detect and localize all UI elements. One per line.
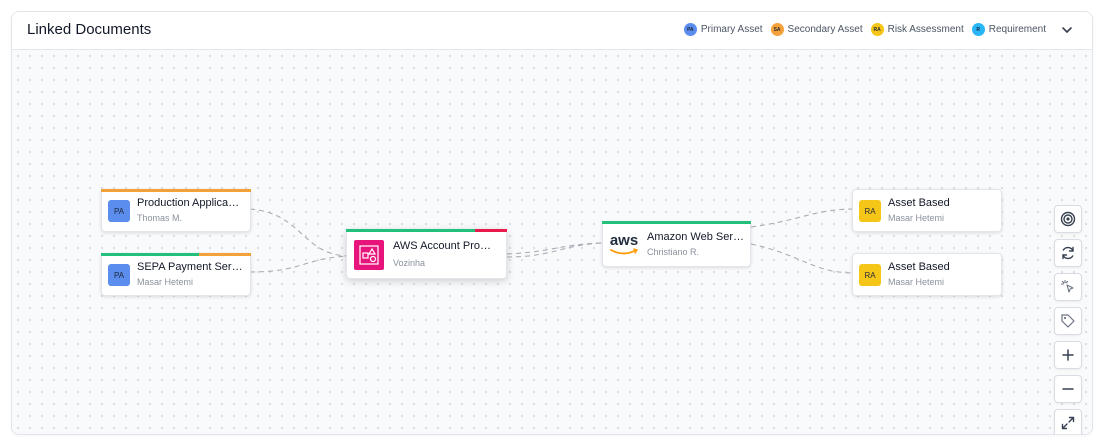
node-asset-based-2[interactable]: RA Asset Based Masar Hetemi	[852, 253, 1002, 296]
legend-label: Primary Asset	[700, 24, 763, 35]
tags-button[interactable]	[1054, 307, 1082, 335]
legend-dot-pa: PA	[683, 23, 697, 36]
fit-screen-button[interactable]	[1054, 409, 1082, 434]
risk-assessment-badge: RA	[859, 200, 881, 222]
node-asset-based-1[interactable]: RA Asset Based Masar Hetemi	[852, 189, 1002, 232]
edge-amazon-web-to-asset-based-1	[750, 208, 853, 228]
zoom-in-button[interactable]	[1054, 341, 1082, 369]
node-title: Production Applica…	[137, 197, 240, 209]
node-title: AWS Account Pro…	[393, 240, 492, 252]
legend-item-requirement: R Requirement	[971, 23, 1046, 36]
node-owner: Thomas M.	[137, 213, 183, 223]
edge-prod-app-to-aws-account	[249, 208, 348, 257]
page-title: Linked Documents	[27, 21, 152, 38]
node-sepa-payment-service[interactable]: PA SEPA Payment Serv… Masar Hetemi	[101, 253, 251, 296]
zoom-out-button[interactable]	[1054, 375, 1082, 403]
legend-label: Requirement	[988, 24, 1046, 35]
graph-canvas[interactable]: PA Production Applica… Thomas M. PA SEPA…	[12, 50, 1092, 434]
node-status-bar	[101, 189, 251, 192]
chevron-down-icon[interactable]	[1060, 23, 1074, 37]
node-amazon-web-services[interactable]: aws Amazon Web Ser… Christiano R.	[602, 221, 751, 267]
node-status-bar-orange	[199, 253, 251, 256]
node-aws-account[interactable]: AWS Account Pro… Vozinha	[346, 229, 507, 279]
refresh-button[interactable]	[1054, 239, 1082, 267]
risk-assessment-badge: RA	[859, 264, 881, 286]
node-status-bar-green	[346, 229, 475, 232]
node-owner: Masar Hetemi	[888, 213, 945, 223]
focus-button[interactable]	[1054, 205, 1082, 233]
node-owner: Masar Hetemi	[888, 277, 945, 287]
legend-item-secondary-asset: SA Secondary Asset	[770, 23, 863, 36]
legend: PA Primary Asset SA Secondary Asset RA R…	[683, 23, 1046, 36]
aws-organizations-icon	[354, 240, 384, 270]
legend-dot-sa: SA	[770, 23, 784, 36]
node-title: Amazon Web Ser…	[647, 231, 745, 243]
primary-asset-badge: PA	[108, 200, 130, 222]
legend-item-risk-assessment: RA Risk Assessment	[870, 23, 964, 36]
select-mode-button[interactable]	[1054, 273, 1082, 301]
panel-header: Linked Documents PA Primary Asset SA Sec…	[12, 12, 1092, 50]
refresh-icon	[1062, 246, 1074, 260]
edge-sepa-to-aws-account	[249, 255, 348, 273]
primary-asset-badge: PA	[108, 264, 130, 286]
zoom-out-icon	[1062, 388, 1074, 390]
node-owner: Masar Hetemi	[137, 277, 194, 287]
aws-logo: aws	[608, 231, 640, 259]
fit-screen-icon	[1061, 416, 1075, 430]
legend-dot-ra: RA	[870, 23, 884, 36]
node-title: Asset Based	[888, 197, 950, 209]
node-status-bar-red	[475, 229, 507, 232]
legend-label: Secondary Asset	[787, 24, 863, 35]
graph-controls	[1054, 205, 1082, 434]
legend-dot-r: R	[971, 23, 985, 36]
node-status-bar-green	[101, 253, 199, 256]
node-owner: Vozinha	[393, 258, 426, 268]
focus-icon	[1060, 211, 1076, 227]
node-owner: Christiano R.	[647, 247, 700, 257]
aws-logo-text: aws	[609, 232, 639, 249]
tag-icon	[1061, 314, 1075, 328]
node-production-application[interactable]: PA Production Applica… Thomas M.	[101, 189, 251, 232]
legend-label: Risk Assessment	[887, 24, 964, 35]
legend-item-primary-asset: PA Primary Asset	[683, 23, 763, 36]
edge-amazon-web-to-asset-based-2	[750, 243, 853, 274]
zoom-in-icon	[1062, 349, 1074, 361]
node-status-bar	[602, 221, 751, 224]
linked-documents-panel: Linked Documents PA Primary Asset SA Sec…	[11, 11, 1093, 435]
node-title: SEPA Payment Serv…	[137, 261, 245, 273]
edge-aws-account-to-amazon-web-2	[506, 242, 603, 258]
pointer-click-icon	[1060, 279, 1074, 293]
node-title: Asset Based	[888, 261, 950, 273]
graph-edges	[249, 208, 853, 274]
aws-smile-icon	[610, 248, 639, 255]
